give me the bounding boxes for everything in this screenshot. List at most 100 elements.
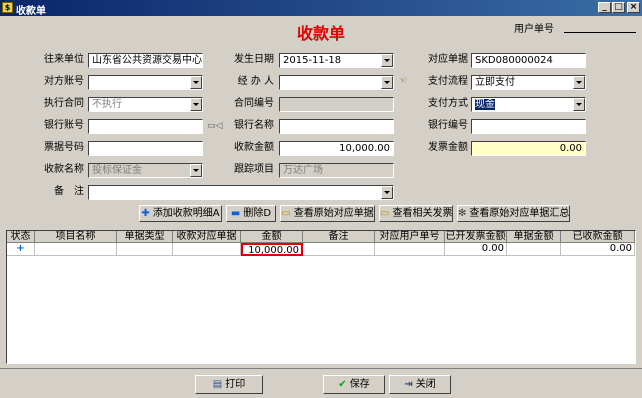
date-label: 发生日期 [234,54,274,65]
card-icon[interactable]: ▭◁ [207,121,222,131]
print-label: 打印 [225,379,246,390]
window-titlebar: $ 收款单 _ □ × [0,0,642,17]
ref-no-field[interactable]: SKD080000024 [471,53,586,68]
doc-type-cell[interactable] [117,243,173,256]
invoice-amount-label: 发票金额 [428,142,468,153]
payee-value: 投标保证金 [92,165,142,176]
pay-flow-select[interactable]: 立即支付 [471,75,586,90]
save-button[interactable]: ✔ 保存 [323,375,385,394]
footer-bar: ▤ 打印 ✔ 保存 ⇥ 关闭 [0,368,642,398]
ticket-code-label: 票据号码 [44,142,84,153]
pay-method-select[interactable]: 现金 [471,97,586,112]
chevron-down-icon[interactable] [190,164,202,177]
pay-flow-value: 立即支付 [475,77,515,88]
column-header[interactable]: 金额 [241,231,303,243]
invoiced-cell[interactable]: 0.00 [445,243,507,256]
chevron-down-icon[interactable] [381,76,393,89]
doc-amount-cell[interactable] [507,243,561,256]
invoice-amount-field[interactable]: 0.00 [471,141,586,156]
column-header[interactable]: 单据类型 [117,231,173,243]
chevron-down-icon[interactable] [381,186,393,199]
view-summary-label: 查看原始对应单据汇总 [469,208,570,219]
window-title: 收款单 [16,6,46,17]
handler-select[interactable] [279,75,394,90]
plus-icon: ✚ [141,208,150,219]
status-cell[interactable]: + [7,243,35,256]
exit-icon: ⇥ [404,379,413,390]
ticket-code-field[interactable] [88,141,203,156]
chevron-down-icon[interactable] [190,98,202,111]
detail-table[interactable]: 状态 项目名称 单据类型 收款对应单据 金额 备注 对应用户单号 已开发票金额 … [6,230,636,364]
view-invoice-label: 查看相关发票 [392,208,453,219]
remark-select[interactable] [88,185,394,200]
close-button[interactable]: ⇥ 关闭 [389,375,451,394]
bank-code-field[interactable] [471,119,586,134]
chevron-down-icon[interactable] [573,76,585,89]
minimize-icon[interactable]: _ [598,2,611,13]
amount-label: 收款金额 [234,142,274,153]
pay-flow-label: 支付流程 [428,76,468,87]
bank-account-field[interactable] [88,119,203,134]
delete-label: 删除D [243,208,272,219]
partner-label: 往来单位 [44,54,84,65]
user-no-cell[interactable] [375,243,445,256]
bank-account-label: 银行账号 [44,120,84,131]
pointer-icon[interactable]: ☜ [399,76,407,86]
bank-name-label: 银行名称 [234,120,274,131]
contract-no-field[interactable] [279,97,394,112]
date-picker[interactable]: 2015-11-18 [279,53,394,68]
column-header[interactable]: 已收款金额 [561,231,635,243]
view-original-button[interactable]: ▭ 查看原始对应单据 [280,205,375,222]
column-header[interactable]: 对应用户单号 [375,231,445,243]
document-icon: $ [2,2,13,13]
view-invoice-button[interactable]: ▭ 查看相关发票 [379,205,453,222]
bank-code-label: 银行编号 [428,120,468,131]
project-cell[interactable] [35,243,117,256]
chevron-down-icon[interactable] [573,98,585,111]
save-label: 保存 [349,379,370,390]
minus-icon: ▬ [230,208,241,219]
chevron-down-icon[interactable] [381,54,393,67]
partner-field[interactable]: 山东省公共资源交易中心 [88,53,203,68]
user-no-label: 用户单号 [514,24,554,35]
column-header[interactable]: 收款对应单据 [173,231,241,243]
contract-select[interactable]: 不执行 [88,97,203,112]
column-header[interactable]: 备注 [303,231,375,243]
printer-icon: ▤ [212,379,223,390]
date-value: 2015-11-18 [283,55,342,66]
column-header[interactable]: 单据金额 [507,231,561,243]
check-icon: ✔ [338,379,347,390]
payee-label: 收款名称 [44,164,84,175]
print-button[interactable]: ▤ 打印 [195,375,263,394]
column-header[interactable]: 已开发票金额 [445,231,507,243]
close-label: 关闭 [415,379,436,390]
remark-label: 备 注 [54,186,84,197]
add-detail-label: 添加收款明细A [152,208,220,219]
delete-button[interactable]: ▬ 删除D [226,205,276,222]
tracking-field[interactable]: 万达广场 [279,163,394,178]
column-header[interactable]: 项目名称 [35,231,117,243]
payee-select[interactable]: 投标保证金 [88,163,203,178]
view-summary-button[interactable]: ✻ 查看原始对应单据汇总 [457,205,570,222]
folder-icon: ▭ [380,208,390,219]
folder-icon: ▭ [281,208,291,219]
received-cell[interactable]: 0.00 [561,243,635,256]
maximize-icon[interactable]: □ [612,2,625,13]
contract-no-label: 合同编号 [234,98,274,109]
ref-doc-cell[interactable] [173,243,241,256]
remark-cell[interactable] [303,243,375,256]
amount-field[interactable]: 10,000.00 [279,141,394,156]
amount-cell[interactable]: 10,000.00 [241,243,303,256]
chevron-down-icon[interactable] [190,76,202,89]
add-detail-button[interactable]: ✚ 添加收款明细A [139,205,222,222]
view-original-label: 查看原始对应单据 [293,208,374,219]
account-select[interactable] [88,75,203,90]
close-icon[interactable]: × [627,2,640,13]
tracking-label: 跟踪项目 [234,164,274,175]
contract-label: 执行合同 [44,98,84,109]
handler-label: 经 办 人 [237,76,274,87]
user-no-field[interactable] [564,32,636,33]
account-label: 对方账号 [44,76,84,87]
bank-name-field[interactable] [279,119,394,134]
column-header[interactable]: 状态 [7,231,35,243]
